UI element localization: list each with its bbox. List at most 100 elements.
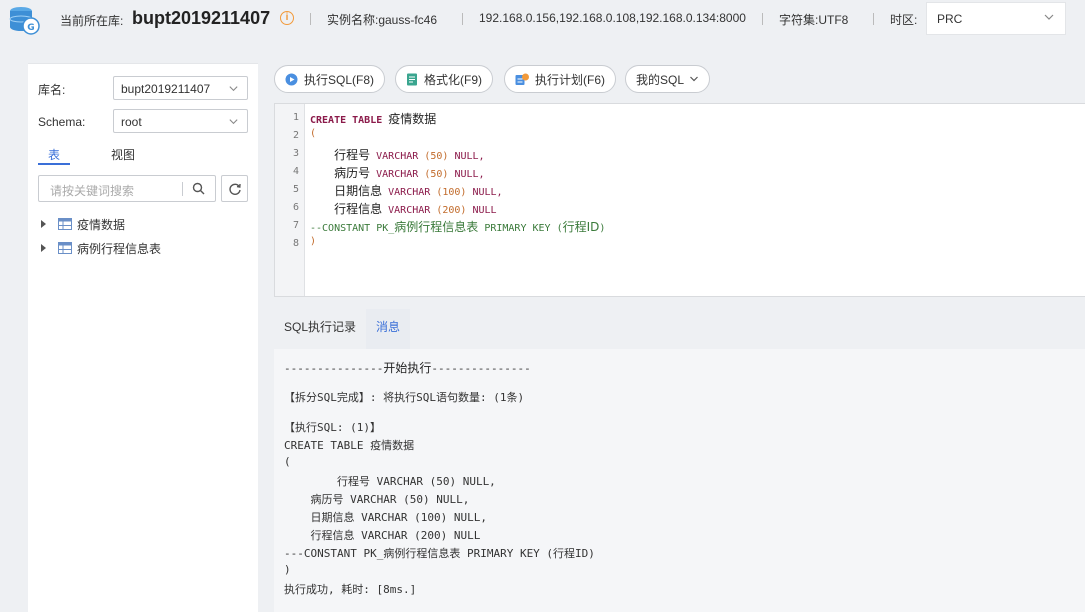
- info-icon[interactable]: i: [280, 11, 294, 25]
- instance-name: 实例名称:gauss-fc46: [327, 13, 438, 27]
- message-line: ): [284, 563, 291, 576]
- code-line: ): [310, 236, 316, 247]
- divider: [873, 13, 874, 25]
- divider: [182, 182, 183, 196]
- column-identifier: 日期信息: [334, 184, 383, 198]
- message-text: ---------------: [284, 362, 384, 375]
- expand-arrow-icon[interactable]: [41, 244, 46, 252]
- success-message: 执行成功, 耗时: [8ms.]: [284, 583, 417, 596]
- code-line: (: [310, 128, 316, 139]
- table-icon: [58, 242, 72, 254]
- tab-sql-history[interactable]: SQL执行记录: [274, 309, 366, 349]
- message-text: ---------------: [431, 362, 531, 375]
- execution-plan-button[interactable]: 执行计划(F6): [504, 65, 616, 93]
- code-line: 行程信息 VARCHAR (200) NULL: [310, 200, 497, 217]
- expand-arrow-icon[interactable]: [41, 220, 46, 228]
- message-line: CREATE TABLE 疫情数据: [284, 439, 415, 452]
- search-icon[interactable]: [192, 182, 205, 195]
- tab-messages[interactable]: 消息: [366, 309, 411, 349]
- tree-item-table[interactable]: 病例行程信息表: [38, 239, 161, 257]
- divider: [762, 13, 763, 25]
- message-line: ---CONSTANT PK_病例行程信息表 PRIMARY KEY (行程ID…: [284, 547, 595, 560]
- table-search-input[interactable]: 请按关键词搜索: [38, 175, 216, 202]
- db-select[interactable]: bupt2019211407: [113, 76, 248, 100]
- sql-number: (200): [436, 205, 467, 216]
- code-line: 行程号 VARCHAR (50) NULL,: [310, 146, 485, 163]
- message-text: 开始执行: [383, 361, 432, 375]
- sql-number: (50): [424, 169, 449, 180]
- message-panel: ---------------开始执行--------------- 【拆分SQ…: [274, 349, 1085, 612]
- timezone-select[interactable]: PRC: [926, 2, 1066, 35]
- sql-keyword: NULL,: [454, 151, 485, 162]
- comment-text: --CONSTANT PK_: [310, 223, 395, 234]
- message-line: 行程信息 VARCHAR (200) NULL: [284, 529, 481, 542]
- format-icon: [407, 73, 417, 85]
- message-line: (: [284, 455, 291, 468]
- comment-text: 病例行程信息表: [394, 220, 479, 234]
- comment-text: ): [599, 223, 606, 234]
- code-line: 病历号 VARCHAR (50) NULL,: [310, 164, 485, 181]
- code-line: CREATE TABLE 疫情数据: [310, 110, 436, 127]
- chevron-down-icon: [229, 86, 238, 92]
- message-line: 病历号 VARCHAR (50) NULL,: [284, 493, 470, 506]
- sql-keyword: NULL,: [454, 169, 485, 180]
- sql-number: (100): [436, 187, 467, 198]
- svg-text:G: G: [27, 23, 34, 33]
- sql-number: (50): [424, 151, 449, 162]
- top-bar: G 当前所在库: bupt2019211407 i 实例名称:gauss-fc4…: [0, 0, 1085, 38]
- execute-sql-button[interactable]: 执行SQL(F8): [274, 65, 386, 93]
- message-line: ---------------开始执行---------------: [284, 359, 531, 376]
- sql-type: VARCHAR: [376, 169, 419, 180]
- column-identifier: 行程信息: [334, 202, 383, 216]
- active-tab-indicator: [38, 163, 70, 165]
- divider: [310, 13, 311, 25]
- sql-type: VARCHAR: [376, 151, 419, 162]
- chevron-down-icon: [690, 76, 698, 82]
- execution-plan-icon: [515, 73, 529, 85]
- execute-sql-label: 执行SQL(F8): [304, 72, 375, 87]
- line-number-gutter: 1 2 3 4 5 6 7 8: [275, 104, 305, 296]
- paren: (: [310, 128, 317, 139]
- sql-keyword: NULL: [472, 205, 497, 216]
- message-line: 日期信息 VARCHAR (100) NULL,: [284, 511, 487, 524]
- db-label: 库名:: [38, 83, 66, 97]
- sql-type: VARCHAR: [388, 205, 431, 216]
- message-line: 行程号 VARCHAR (50) NULL,: [284, 475, 496, 488]
- sql-keyword: NULL,: [472, 187, 503, 198]
- line-number: 4: [292, 166, 299, 177]
- database-logo-icon: G: [9, 7, 40, 35]
- timezone-value: PRC: [937, 12, 963, 26]
- timezone-label: 时区:: [890, 13, 918, 27]
- current-db-label: 当前所在库:: [60, 14, 124, 28]
- current-db-name: bupt2019211407: [132, 8, 271, 28]
- comment-text: 行程ID: [562, 220, 600, 234]
- search-placeholder: 请按关键词搜索: [50, 184, 135, 198]
- db-select-value: bupt2019211407: [121, 82, 211, 96]
- play-icon: [285, 73, 298, 85]
- table-icon: [58, 218, 72, 230]
- code-line-comment: --CONSTANT PK_病例行程信息表 PRIMARY KEY (行程ID): [310, 218, 605, 235]
- column-identifier: 行程号: [334, 148, 371, 162]
- paren: ): [310, 236, 317, 247]
- my-sql-dropdown[interactable]: 我的SQL: [625, 65, 711, 93]
- tree-item-table[interactable]: 疫情数据: [38, 215, 125, 233]
- tab-tables[interactable]: 表: [48, 146, 60, 163]
- table-identifier: 疫情数据: [388, 112, 437, 126]
- code-line: 日期信息 VARCHAR (100) NULL,: [310, 182, 503, 199]
- sql-editor[interactable]: 1 2 3 4 5 6 7 8 CREATE TABLE 疫情数据 ( 行程号 …: [274, 103, 1085, 297]
- schema-select-value: root: [121, 115, 142, 129]
- divider: [462, 13, 463, 25]
- line-number: 5: [292, 184, 299, 195]
- chevron-down-icon: [229, 119, 238, 125]
- chevron-down-icon: [1044, 14, 1054, 20]
- tab-views[interactable]: 视图: [111, 146, 135, 163]
- host-list: 192.168.0.156,192.168.0.108,192.168.0.13…: [479, 11, 746, 25]
- comment-text: PRIMARY KEY (: [478, 223, 563, 234]
- line-number: 7: [292, 220, 299, 231]
- column-identifier: 病历号: [334, 166, 371, 180]
- format-label: 格式化(F9): [424, 72, 482, 87]
- schema-select[interactable]: root: [113, 109, 248, 133]
- refresh-button[interactable]: [221, 175, 248, 202]
- sql-keyword: CREATE TABLE: [310, 115, 389, 126]
- format-button[interactable]: 格式化(F9): [395, 65, 493, 93]
